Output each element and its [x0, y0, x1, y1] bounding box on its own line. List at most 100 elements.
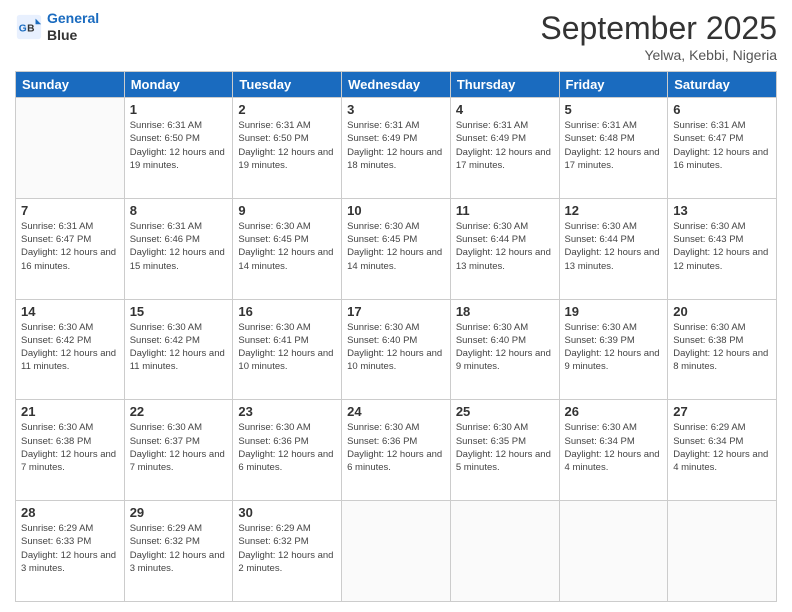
table-row: 26 Sunrise: 6:30 AMSunset: 6:34 PMDayligh… — [559, 400, 668, 501]
day-info: Sunrise: 6:30 AMSunset: 6:37 PMDaylight:… — [130, 421, 228, 474]
table-row: 8 Sunrise: 6:31 AMSunset: 6:46 PMDaylight… — [124, 198, 233, 299]
table-row — [450, 501, 559, 602]
day-info: Sunrise: 6:31 AMSunset: 6:48 PMDaylight:… — [565, 119, 663, 172]
table-row: 24Sunrise: 6:30 AMSunset: 6:36 PMDayligh… — [342, 400, 451, 501]
day-number: 12 — [565, 203, 663, 218]
calendar-table: Sunday Monday Tuesday Wednesday Thursday… — [15, 71, 777, 602]
table-row: 14 Sunrise: 6:30 AMSunset: 6:42 PMDayligh… — [16, 299, 125, 400]
table-row: 28 Sunrise: 6:29 AMSunset: 6:33 PMDayligh… — [16, 501, 125, 602]
table-row: 23 Sunrise: 6:30 AMSunset: 6:36 PMDayligh… — [233, 400, 342, 501]
col-thursday: Thursday — [450, 72, 559, 98]
title-block: September 2025 Yelwa, Kebbi, Nigeria — [540, 10, 777, 63]
day-info: Sunrise: 6:30 AMSunset: 6:42 PMDaylight:… — [130, 321, 228, 374]
table-row: 4Sunrise: 6:31 AMSunset: 6:49 PMDaylight… — [450, 98, 559, 199]
day-info: Sunrise: 6:30 AMSunset: 6:40 PMDaylight:… — [347, 321, 445, 374]
day-info: Sunrise: 6:31 AMSunset: 6:46 PMDaylight:… — [130, 220, 228, 273]
day-number: 14 — [21, 304, 119, 319]
table-row: 13 Sunrise: 6:30 AMSunset: 6:43 PMDayligh… — [668, 198, 777, 299]
logo-text: General Blue — [47, 10, 99, 44]
day-info: Sunrise: 6:30 AMSunset: 6:40 PMDaylight:… — [456, 321, 554, 374]
day-number: 17 — [347, 304, 445, 319]
day-number: 16 — [238, 304, 336, 319]
day-number: 3 — [347, 102, 445, 117]
table-row: 10Sunrise: 6:30 AMSunset: 6:45 PMDayligh… — [342, 198, 451, 299]
day-number: 10 — [347, 203, 445, 218]
table-row: 3 Sunrise: 6:31 AMSunset: 6:49 PMDaylight… — [342, 98, 451, 199]
day-info: Sunrise: 6:29 AMSunset: 6:33 PMDaylight:… — [21, 522, 119, 575]
table-row: 17 Sunrise: 6:30 AMSunset: 6:40 PMDayligh… — [342, 299, 451, 400]
day-number: 2 — [238, 102, 336, 117]
header: G B General Blue September 2025 Yelwa, K… — [15, 10, 777, 63]
day-number: 8 — [130, 203, 228, 218]
day-number: 20 — [673, 304, 771, 319]
day-number: 15 — [130, 304, 228, 319]
col-wednesday: Wednesday — [342, 72, 451, 98]
day-info: Sunrise: 6:31 AMSunset: 6:49 PMDaylight:… — [347, 119, 445, 172]
day-info: Sunrise: 6:30 AMSunset: 6:44 PMDaylight:… — [565, 220, 663, 273]
day-info: Sunrise: 6:31 AMSunset: 6:49 PMDaylight:… — [456, 119, 554, 172]
day-info: Sunrise: 6:30 AMSunset: 6:42 PMDaylight:… — [21, 321, 119, 374]
table-row: 2Sunrise: 6:31 AMSunset: 6:50 PMDaylight… — [233, 98, 342, 199]
table-row: 9Sunrise: 6:30 AMSunset: 6:45 PMDaylight… — [233, 198, 342, 299]
day-info: Sunrise: 6:30 AMSunset: 6:43 PMDaylight:… — [673, 220, 771, 273]
day-info: Sunrise: 6:29 AMSunset: 6:34 PMDaylight:… — [673, 421, 771, 474]
svg-text:G: G — [19, 23, 27, 34]
day-info: Sunrise: 6:31 AMSunset: 6:50 PMDaylight:… — [130, 119, 228, 172]
day-info: Sunrise: 6:29 AMSunset: 6:32 PMDaylight:… — [130, 522, 228, 575]
table-row: 16 Sunrise: 6:30 AMSunset: 6:41 PMDayligh… — [233, 299, 342, 400]
table-row — [342, 501, 451, 602]
calendar-week-row: 14 Sunrise: 6:30 AMSunset: 6:42 PMDayligh… — [16, 299, 777, 400]
day-number: 21 — [21, 404, 119, 419]
day-info: Sunrise: 6:30 AMSunset: 6:38 PMDaylight:… — [673, 321, 771, 374]
table-row: 11 Sunrise: 6:30 AMSunset: 6:44 PMDayligh… — [450, 198, 559, 299]
day-info: Sunrise: 6:30 AMSunset: 6:39 PMDaylight:… — [565, 321, 663, 374]
table-row: 29 Sunrise: 6:29 AMSunset: 6:32 PMDayligh… — [124, 501, 233, 602]
logo-icon: G B — [15, 13, 43, 41]
day-number: 28 — [21, 505, 119, 520]
day-info: Sunrise: 6:29 AMSunset: 6:32 PMDaylight:… — [238, 522, 336, 575]
col-sunday: Sunday — [16, 72, 125, 98]
day-number: 1 — [130, 102, 228, 117]
day-number: 5 — [565, 102, 663, 117]
day-info: Sunrise: 6:30 AMSunset: 6:44 PMDaylight:… — [456, 220, 554, 273]
table-row: 22Sunrise: 6:30 AMSunset: 6:37 PMDayligh… — [124, 400, 233, 501]
day-info: Sunrise: 6:30 AMSunset: 6:38 PMDaylight:… — [21, 421, 119, 474]
day-info: Sunrise: 6:31 AMSunset: 6:47 PMDaylight:… — [673, 119, 771, 172]
calendar-header-row: Sunday Monday Tuesday Wednesday Thursday… — [16, 72, 777, 98]
table-row: 30 Sunrise: 6:29 AMSunset: 6:32 PMDayligh… — [233, 501, 342, 602]
day-number: 26 — [565, 404, 663, 419]
day-number: 9 — [238, 203, 336, 218]
day-info: Sunrise: 6:30 AMSunset: 6:34 PMDaylight:… — [565, 421, 663, 474]
table-row: 5 Sunrise: 6:31 AMSunset: 6:48 PMDaylight… — [559, 98, 668, 199]
day-info: Sunrise: 6:30 AMSunset: 6:36 PMDaylight:… — [238, 421, 336, 474]
calendar-week-row: 28 Sunrise: 6:29 AMSunset: 6:33 PMDayligh… — [16, 501, 777, 602]
table-row: 25Sunrise: 6:30 AMSunset: 6:35 PMDayligh… — [450, 400, 559, 501]
table-row: 18 Sunrise: 6:30 AMSunset: 6:40 PMDayligh… — [450, 299, 559, 400]
day-number: 18 — [456, 304, 554, 319]
day-number: 19 — [565, 304, 663, 319]
col-friday: Friday — [559, 72, 668, 98]
table-row: 21 Sunrise: 6:30 AMSunset: 6:38 PMDayligh… — [16, 400, 125, 501]
day-info: Sunrise: 6:30 AMSunset: 6:35 PMDaylight:… — [456, 421, 554, 474]
logo: G B General Blue — [15, 10, 99, 44]
day-number: 27 — [673, 404, 771, 419]
day-number: 23 — [238, 404, 336, 419]
day-number: 29 — [130, 505, 228, 520]
table-row: 7Sunrise: 6:31 AMSunset: 6:47 PMDaylight… — [16, 198, 125, 299]
calendar-week-row: 7Sunrise: 6:31 AMSunset: 6:47 PMDaylight… — [16, 198, 777, 299]
page: G B General Blue September 2025 Yelwa, K… — [0, 0, 792, 612]
table-row: 1 Sunrise: 6:31 AMSunset: 6:50 PMDaylight… — [124, 98, 233, 199]
day-number: 11 — [456, 203, 554, 218]
month-title: September 2025 — [540, 10, 777, 47]
calendar-week-row: 21 Sunrise: 6:30 AMSunset: 6:38 PMDayligh… — [16, 400, 777, 501]
col-monday: Monday — [124, 72, 233, 98]
table-row: 19 Sunrise: 6:30 AMSunset: 6:39 PMDayligh… — [559, 299, 668, 400]
table-row — [668, 501, 777, 602]
day-info: Sunrise: 6:30 AMSunset: 6:41 PMDaylight:… — [238, 321, 336, 374]
col-tuesday: Tuesday — [233, 72, 342, 98]
day-number: 13 — [673, 203, 771, 218]
day-number: 30 — [238, 505, 336, 520]
table-row — [16, 98, 125, 199]
table-row — [559, 501, 668, 602]
table-row: 6Sunrise: 6:31 AMSunset: 6:47 PMDaylight… — [668, 98, 777, 199]
